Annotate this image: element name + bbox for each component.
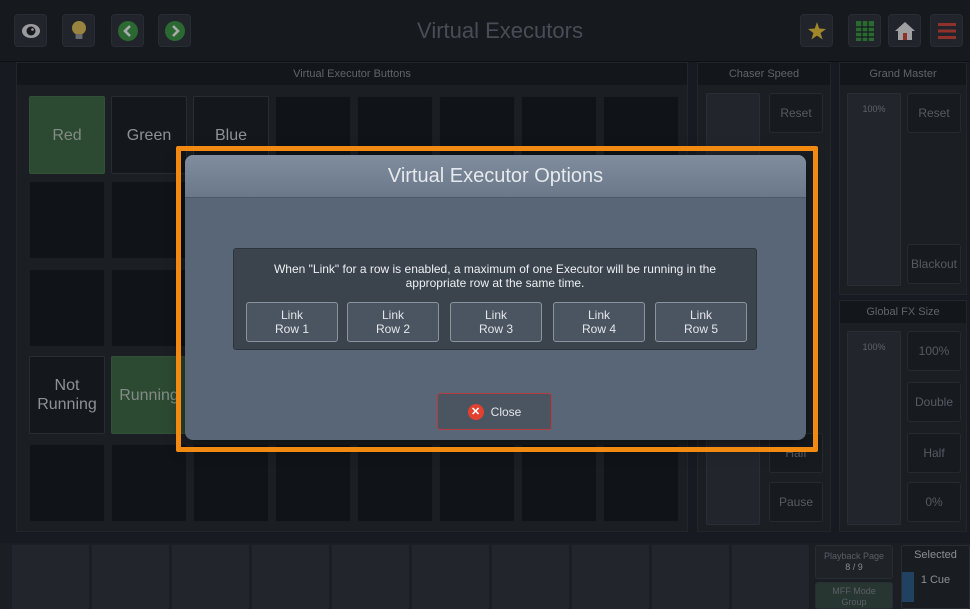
- highlight-frame: [176, 146, 818, 452]
